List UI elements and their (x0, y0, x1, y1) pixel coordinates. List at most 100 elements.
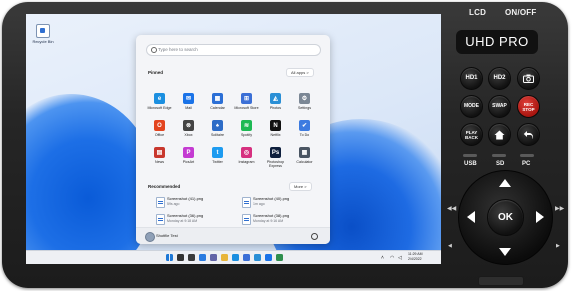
file-explorer-icon[interactable] (221, 254, 228, 261)
recommended-item[interactable]: Screenshot (36).png Monday at 9:18 AM (156, 213, 236, 227)
pinned-app[interactable]: t Twitter (203, 147, 232, 164)
wifi-icon[interactable]: ◠ (390, 255, 394, 261)
store-icon[interactable] (243, 254, 250, 261)
pinned-app-label: Calculator (296, 160, 313, 164)
pinned-app[interactable]: ◎ Instagram (232, 147, 261, 164)
mail-icon[interactable] (265, 254, 272, 261)
recommended-item[interactable]: Screenshot (41).png 59s ago (156, 196, 236, 210)
pinned-app[interactable]: ⊗ Xbox (174, 120, 203, 137)
lcd-label: LCD (469, 8, 487, 17)
pinned-app[interactable]: P PicsArt (174, 147, 203, 164)
sd-label: SD (496, 161, 505, 167)
image-file-icon (156, 214, 165, 225)
direction-pad[interactable]: OK (458, 170, 553, 265)
recommended-title: Recommended (148, 184, 181, 189)
recommended-item-name: Screenshot (41).png (167, 196, 204, 201)
taskbar: ˄ ◠ ◁ 11:29 AM 2/4/2022 (26, 250, 441, 264)
dpad-right-icon[interactable] (536, 211, 544, 223)
app-icon[interactable] (276, 254, 283, 261)
pinned-app[interactable]: ✉ Mail (174, 93, 203, 110)
pinned-title: Pinned (148, 70, 164, 75)
playback-button[interactable]: PLAY BACK (460, 123, 483, 146)
pinned-app[interactable]: ▦ Calendar (203, 93, 232, 110)
recommended-item-name: Screenshot (38).png (253, 213, 290, 218)
edge-icon[interactable] (232, 254, 239, 261)
taskbar-date[interactable]: 2/4/2022 (408, 257, 422, 261)
taskbar-time[interactable]: 11:29 AM (408, 252, 423, 256)
all-apps-button[interactable]: All apps > (286, 68, 314, 77)
pinned-app-label: Microsoft Store (234, 106, 259, 110)
home-button[interactable] (488, 123, 511, 146)
recycle-bin-label: Recycle Bin (32, 39, 54, 44)
usb-label: USB (464, 161, 477, 167)
hd1-button[interactable]: HD1 (460, 67, 483, 90)
chat-icon[interactable] (210, 254, 217, 261)
pinned-app[interactable]: ♠ Solitaire (203, 120, 232, 137)
pinned-app-label: Photos (269, 106, 282, 110)
dpad-down-icon[interactable] (499, 248, 511, 256)
mail-icon: ✉ (183, 93, 194, 104)
dpad-up-icon[interactable] (499, 179, 511, 187)
mode-label: MODE (464, 103, 479, 110)
recommended-item[interactable]: Screenshot (40).png 1m ago (242, 196, 322, 210)
tray-chevron-icon[interactable]: ˄ (381, 255, 384, 261)
pinned-app[interactable]: Ps Photoshop Express (261, 147, 290, 168)
recycle-bin-desktop-icon[interactable]: Recycle Bin (32, 24, 54, 44)
pinned-app[interactable]: ▤ News (145, 147, 174, 164)
device-screen: Recycle Bin Type here to search Pinned A… (26, 14, 441, 264)
user-name[interactable]: Shotfile Test (156, 233, 178, 238)
recommended-item[interactable]: Screenshot (38).png Monday at 9:16 AM (242, 213, 322, 227)
pc-label: PC (522, 161, 531, 167)
volume-up-icon[interactable]: ▶ (556, 243, 560, 249)
pinned-app[interactable]: ✔ To Do (290, 120, 319, 137)
hd2-button[interactable]: HD2 (488, 67, 511, 90)
home-icon (494, 130, 505, 139)
power-icon[interactable] (311, 233, 318, 240)
back-arrow-icon (523, 130, 534, 139)
pinned-app-label: Spotify (241, 133, 252, 137)
pinned-app[interactable]: ◭ Photos (261, 93, 290, 110)
widgets-icon[interactable] (199, 254, 206, 261)
user-avatar[interactable] (145, 232, 155, 242)
picsart-icon: P (183, 147, 194, 158)
pinned-app[interactable]: N Netflix (261, 120, 290, 137)
ok-label: OK (498, 212, 513, 223)
task-view-icon[interactable] (188, 254, 195, 261)
calculator-icon: ▦ (299, 147, 310, 158)
search-input[interactable]: Type here to search (146, 44, 321, 56)
pinned-app[interactable]: ≋ Spotify (232, 120, 261, 137)
rec-stop-button[interactable]: REC STOP (517, 95, 540, 118)
next-track-icon[interactable]: ▶▶ (555, 205, 564, 212)
rec-stop-label: REC STOP (522, 101, 535, 112)
prev-track-icon[interactable]: ◀◀ (447, 205, 456, 212)
dpad-left-icon[interactable] (467, 211, 475, 223)
snapshot-button[interactable] (517, 67, 540, 90)
solitaire-icon: ♠ (212, 120, 223, 131)
playback-label: PLAY BACK (465, 129, 478, 140)
pinned-app-label: Calendar (210, 106, 225, 110)
pinned-app[interactable]: e Microsoft Edge (145, 93, 174, 110)
pinned-app[interactable]: ⚙ Settings (290, 93, 319, 110)
pinned-app-label: Instagram (238, 160, 255, 164)
search-icon[interactable] (177, 254, 184, 261)
mode-button[interactable]: MODE (460, 95, 483, 118)
image-file-icon (242, 197, 251, 208)
hd2-label: HD2 (493, 75, 506, 82)
start-icon[interactable] (166, 254, 173, 261)
pinned-app[interactable]: ⊞ Microsoft Store (232, 93, 261, 110)
swap-button[interactable]: SWAP (488, 95, 511, 118)
volume-icon[interactable]: ◁ (398, 255, 402, 261)
pinned-app-label: Settings (298, 106, 311, 110)
volume-down-icon[interactable]: ◀ (448, 243, 452, 249)
pinned-app[interactable]: O Office (145, 120, 174, 137)
sd-indicator (492, 154, 506, 157)
recommended-item-name: Screenshot (36).png (167, 213, 204, 218)
swap-label: SWAP (492, 103, 507, 110)
pinned-app-label: PicsArt (182, 160, 195, 164)
instagram-icon: ◎ (241, 147, 252, 158)
pinned-app[interactable]: ▦ Calculator (290, 147, 319, 164)
back-button[interactable] (517, 123, 540, 146)
more-button[interactable]: More > (289, 182, 312, 191)
photos-icon[interactable] (254, 254, 261, 261)
ok-button[interactable]: OK (487, 199, 524, 236)
